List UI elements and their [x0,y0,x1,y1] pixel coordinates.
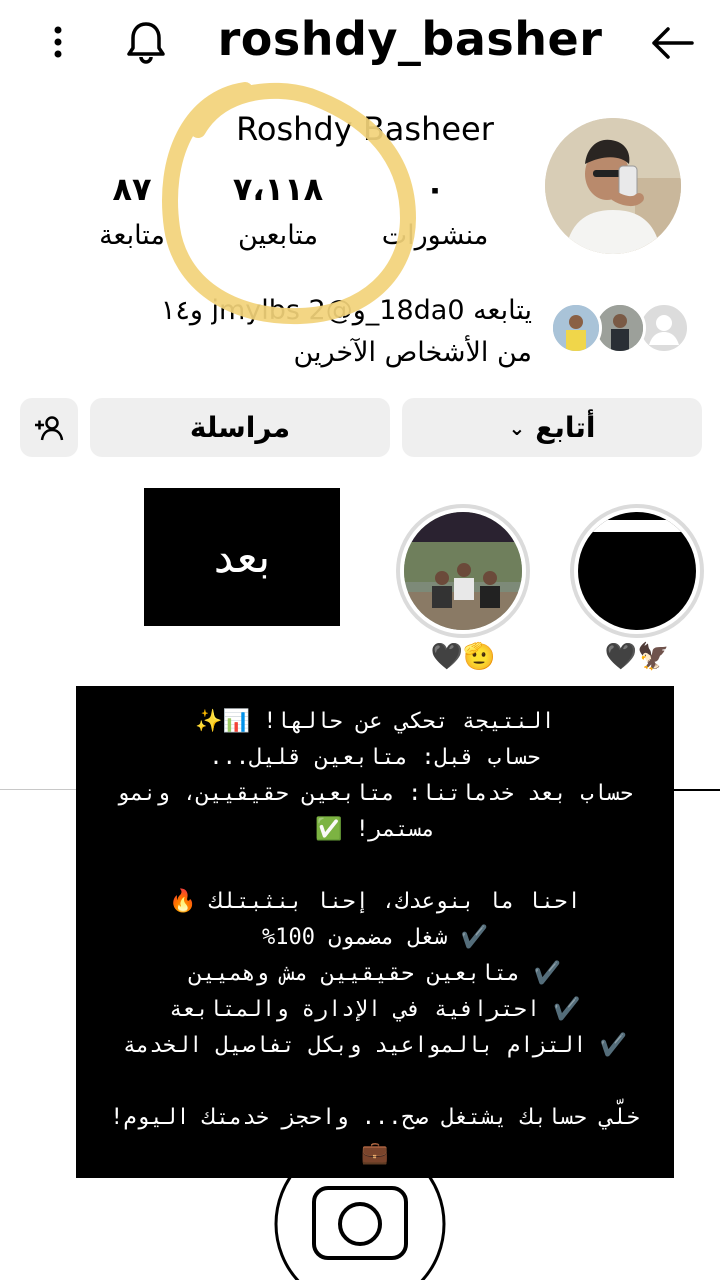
profile-username: roshdy_basher [217,12,603,66]
promo-line [76,1064,674,1100]
promo-line: ✔️ احترافية في الإدارة والمتابعة [169,997,581,1022]
mutual-avatar [550,302,602,354]
annotation-circle [162,82,417,325]
highlight-label: 🖤🦅 [604,642,670,672]
profile-avatar[interactable] [545,118,681,254]
promo-line: ✔️ شغل مضمون 100% [261,925,489,950]
promo-line: خلّي حسابك يشتغل صح... واحجز خدمتك اليوم… [110,1105,640,1130]
tab-divider [0,789,76,790]
message-label: مراسلة [189,411,291,444]
arrow-left-icon[interactable] [648,22,696,64]
highlight-cover [578,512,696,630]
promo-line: ✔️ التزام بالمواعيد وبكل تفاصيل الخدمة [122,1033,628,1058]
followed-by-text-more[interactable]: من الأشخاص الآخرين [293,337,532,368]
after-label-box: بعد [144,488,340,626]
follow-label: أتابع [535,411,596,444]
more-vertical-icon[interactable] [38,22,78,62]
add-person-button[interactable] [20,398,78,457]
promo-line: حساب بعد خدماتنا: متابعين حقيقيين، ونمو [116,781,634,806]
highlight-item[interactable]: 🖤🦅 [570,504,704,672]
camera-icon[interactable] [272,1136,448,1280]
promo-line: احنا ما بنوعدك، إحنا بنثبتلك 🔥 [169,889,581,914]
follow-button[interactable]: ⌄ أتابع [402,398,702,457]
promo-line [76,848,674,884]
highlight-ring [570,504,704,638]
message-button[interactable]: مراسلة [90,398,390,457]
highlight-label: 🖤🫡 [430,642,496,672]
promo-line: ✔️ متابعين حقيقيين مش وهميين [189,961,561,986]
mutual-avatars[interactable] [548,300,698,360]
highlight-ring [396,504,530,638]
promo-line: النتيجة تحكي عن حالها! 📊✨ [195,709,555,734]
highlight-item[interactable]: 🖤🫡 [396,504,530,672]
promo-line: حساب قبل: متابعين قليل... [209,745,541,770]
chevron-down-icon: ⌄ [508,415,526,440]
promo-line: مستمر! ✅ [314,817,436,842]
highlight-cover [404,512,522,630]
tab-active-indicator [674,789,720,791]
add-person-icon [35,415,64,440]
promo-text-box: النتيجة تحكي عن حالها! 📊✨ حساب قبل: متاب… [76,686,674,1178]
